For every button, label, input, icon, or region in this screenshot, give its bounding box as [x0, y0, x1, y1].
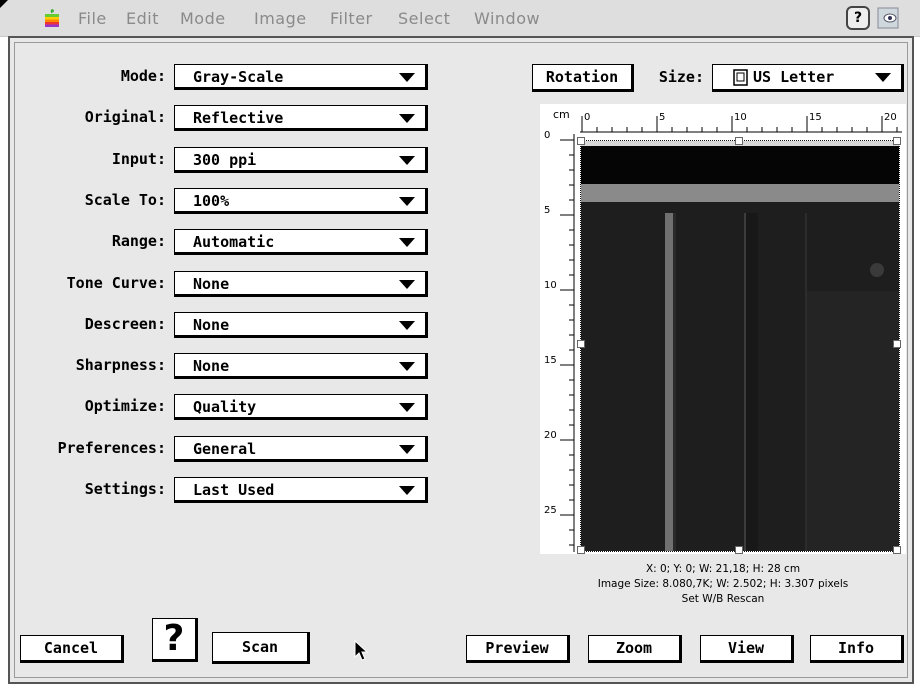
settings-value: Last Used: [193, 481, 275, 499]
range-label: Range:: [111, 232, 166, 250]
tone-curve-label: Tone Curve:: [66, 274, 166, 292]
sharpness-popup[interactable]: None: [174, 353, 428, 379]
menu-filter[interactable]: Filter: [330, 9, 373, 28]
chevron-down-icon: [399, 403, 415, 412]
crop-handle-tm[interactable]: [735, 137, 743, 145]
chevron-down-icon: [399, 445, 415, 454]
chevron-down-icon: [399, 156, 415, 165]
ruler-top-tick-label: 15: [809, 112, 822, 123]
scan-button[interactable]: Scan: [212, 632, 310, 664]
ruler-left-tick-label: 25: [544, 505, 557, 516]
menu-window[interactable]: Window: [474, 9, 540, 28]
mouse-cursor-icon: [354, 640, 369, 661]
preview-scan-content: [581, 141, 899, 551]
crop-handle-mr[interactable]: [893, 340, 901, 348]
crop-handle-tr[interactable]: [893, 137, 901, 145]
menu-image[interactable]: Image: [254, 9, 307, 28]
menu-bar: File Edit Mode Image Filter Select Windo…: [0, 0, 920, 37]
apple-icon[interactable]: [44, 8, 60, 28]
info-button[interactable]: Info: [810, 635, 904, 663]
menu-mode[interactable]: Mode: [180, 9, 226, 28]
range-popup[interactable]: Automatic: [174, 229, 428, 255]
sharpness-label: Sharpness:: [75, 356, 166, 374]
cancel-button[interactable]: Cancel: [20, 635, 124, 663]
descreen-popup[interactable]: None: [174, 312, 428, 338]
mode-popup[interactable]: Gray-Scale: [174, 64, 428, 90]
tone-curve-popup[interactable]: None: [174, 271, 428, 297]
ruler-left-tick-label: 0: [544, 130, 550, 141]
crop-handle-ml[interactable]: [577, 340, 585, 348]
tone-curve-value: None: [193, 275, 230, 293]
size-label: Size:: [658, 68, 704, 86]
chevron-down-icon: [399, 238, 415, 247]
ruler-left-tick-label: 10: [544, 280, 557, 291]
menu-file[interactable]: File: [78, 9, 107, 28]
ruler-left-tick-label: 5: [544, 205, 550, 216]
descreen-label: Descreen:: [84, 315, 166, 333]
help-button[interactable]: ?: [152, 618, 198, 662]
chevron-down-icon: [399, 197, 415, 206]
range-value: Automatic: [193, 233, 275, 251]
size-value: US Letter: [753, 68, 835, 86]
scale-to-popup[interactable]: 100%: [174, 188, 428, 214]
original-label: Original:: [84, 108, 166, 126]
input-value: 300 ppi: [193, 151, 257, 169]
crop-handle-bm[interactable]: [735, 546, 743, 554]
eye-icon[interactable]: [876, 6, 900, 30]
ruler-top-tick-label: 0: [584, 112, 590, 123]
ruler-left-tick-label: 15: [544, 355, 557, 366]
sharpness-value: None: [193, 357, 230, 375]
crop-handle-bl[interactable]: [577, 546, 585, 554]
chevron-down-icon: [399, 114, 415, 123]
ruler-top-tick-label: 10: [734, 112, 747, 123]
input-label: Input:: [111, 150, 166, 168]
image-size-text: Image Size: 8.080,7K; W: 2.502; H: 3.307…: [597, 578, 849, 590]
chevron-down-icon: [399, 486, 415, 495]
selection-coordinates: X: 0; Y: 0; W: 21,18; H: 28 cm: [645, 563, 801, 575]
menu-edit[interactable]: Edit: [126, 9, 159, 28]
preferences-label: Preferences:: [57, 439, 166, 457]
chevron-down-icon: [875, 73, 891, 82]
optimize-value: Quality: [193, 398, 257, 416]
ruler-top-tick-label: 5: [659, 112, 665, 123]
page-icon: [733, 69, 748, 86]
settings-label: Settings:: [84, 480, 166, 498]
preferences-value: General: [193, 440, 257, 458]
descreen-value: None: [193, 316, 230, 334]
preview-button[interactable]: Preview: [466, 635, 570, 663]
ruler-top-tick-label: 20: [884, 112, 897, 123]
preferences-popup[interactable]: General: [174, 436, 428, 462]
original-value: Reflective: [193, 109, 284, 127]
chevron-down-icon: [399, 73, 415, 82]
settings-popup[interactable]: Last Used: [174, 477, 428, 503]
scale-to-label: Scale To:: [84, 191, 166, 209]
zoom-button[interactable]: Zoom: [588, 635, 682, 663]
chevron-down-icon: [399, 280, 415, 289]
status-text: Set W/B Rescan: [681, 593, 765, 605]
optimize-popup[interactable]: Quality: [174, 394, 428, 420]
scan-preview-image[interactable]: [580, 140, 900, 552]
question-mark-icon[interactable]: ?: [846, 6, 870, 30]
mode-value: Gray-Scale: [193, 68, 284, 86]
chevron-down-icon: [399, 321, 415, 330]
scale-to-value: 100%: [193, 192, 230, 210]
optimize-label: Optimize:: [84, 397, 166, 415]
input-popup[interactable]: 300 ppi: [174, 147, 428, 173]
mode-label: Mode:: [120, 67, 166, 85]
menu-select[interactable]: Select: [398, 9, 450, 28]
crop-handle-tl[interactable]: [577, 137, 585, 145]
original-popup[interactable]: Reflective: [174, 105, 428, 131]
screen-corner: [0, 0, 8, 8]
crop-handle-br[interactable]: [893, 546, 901, 554]
size-popup[interactable]: US Letter: [712, 64, 904, 92]
view-button[interactable]: View: [700, 635, 794, 663]
ruler-left-tick-label: 20: [544, 430, 557, 441]
chevron-down-icon: [399, 362, 415, 371]
